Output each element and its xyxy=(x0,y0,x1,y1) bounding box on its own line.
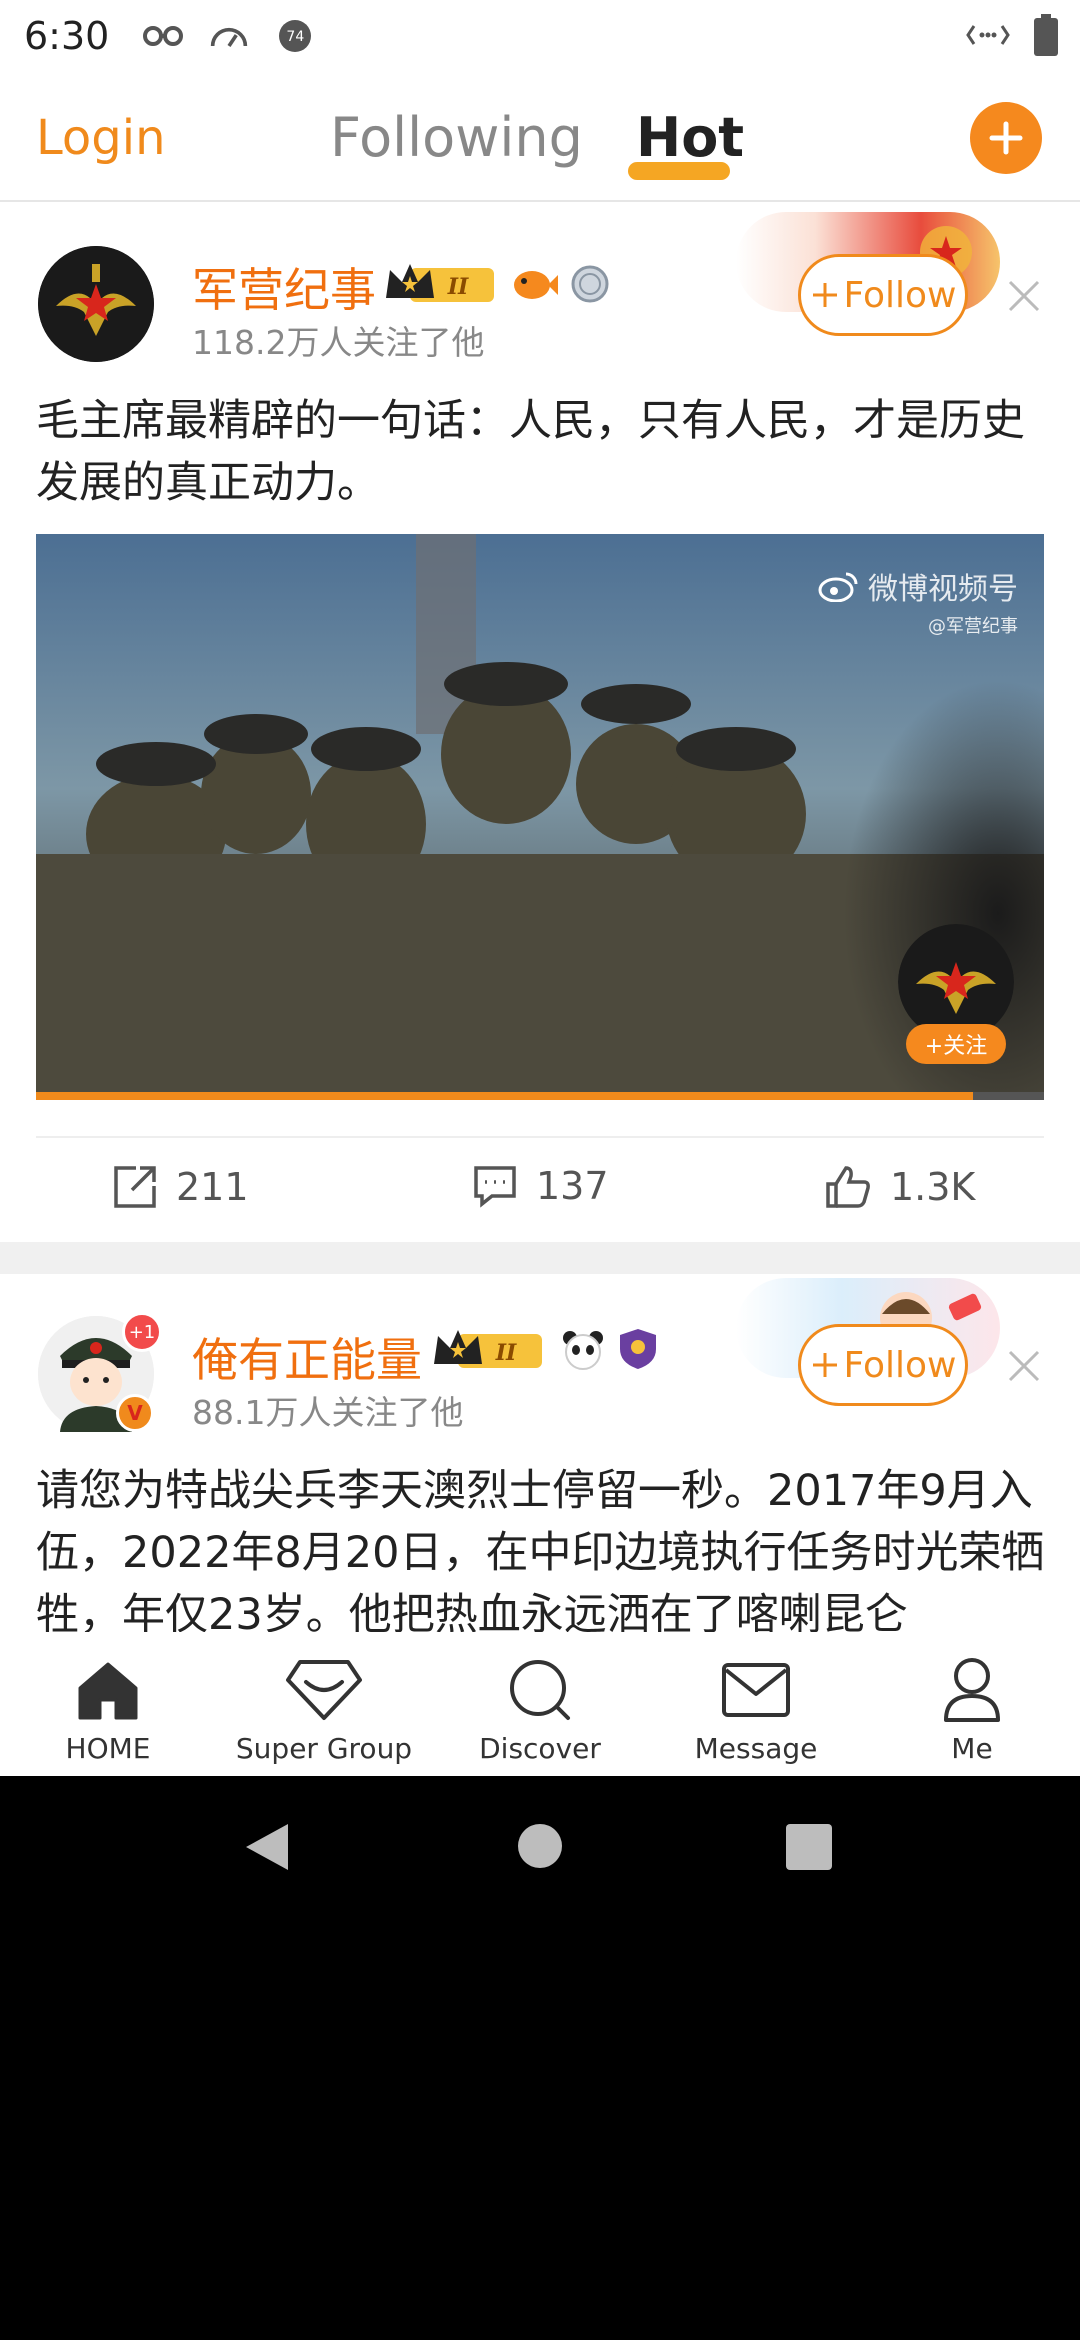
follow-label: Follow xyxy=(843,274,957,316)
video-progress-fill xyxy=(36,1092,974,1100)
login-link[interactable]: Login xyxy=(36,110,166,166)
post-text[interactable]: 请您为特战尖兵李天澳烈士停留一秒。2017年9月入伍，2022年8月20日，在中… xyxy=(36,1460,1046,1634)
video-player[interactable]: 微博视频号 @军营纪事 +关注 xyxy=(36,534,1044,1100)
nav-discover[interactable]: Discover xyxy=(440,1652,640,1765)
medal-badge-icon xyxy=(571,265,609,303)
search-icon xyxy=(510,1660,570,1720)
video-follow-button[interactable]: +关注 xyxy=(906,1024,1006,1064)
weibo-logo-icon xyxy=(818,572,858,602)
username[interactable]: 军营纪事 xyxy=(192,254,376,320)
plus-icon xyxy=(989,121,1023,155)
avatar-badge: +1 xyxy=(122,1312,162,1352)
army-emblem-icon xyxy=(898,924,1014,1040)
nav-super-group-label: Super Group xyxy=(235,1732,413,1765)
repost-button[interactable]: 211 xyxy=(112,1164,249,1210)
video-progress-bar[interactable] xyxy=(36,1092,1044,1100)
close-icon[interactable] xyxy=(1004,276,1044,316)
shield-badge-icon xyxy=(620,1329,656,1369)
compose-button[interactable] xyxy=(970,102,1042,174)
status-bar: 6:30 74 xyxy=(0,0,1080,72)
person-icon xyxy=(944,1658,1000,1722)
crown-level-badge-icon: II xyxy=(386,264,494,302)
verified-badge: V xyxy=(116,1394,154,1432)
level-badge-text: II xyxy=(495,1340,517,1366)
like-count: 1.3K xyxy=(890,1165,976,1209)
card-separator xyxy=(0,1242,1080,1274)
app-screen: 6:30 74 Login Following Hot 军营纪事 II 118.… xyxy=(0,0,1080,1776)
status-right xyxy=(966,14,1058,60)
home-icon xyxy=(78,1662,138,1720)
notification-badge-count: 74 xyxy=(286,29,305,45)
tab-hot-label: Hot xyxy=(636,106,745,169)
comment-icon xyxy=(474,1166,516,1208)
repost-count: 211 xyxy=(176,1165,249,1209)
follow-button[interactable]: Follow xyxy=(798,254,968,336)
avatar[interactable]: +1 V xyxy=(38,1312,162,1432)
system-nav-bar xyxy=(0,1776,1080,1916)
feed-card[interactable]: +1 V 俺有正能量 II 88.1万人关注了他 Follow 请您为特战尖兵李… xyxy=(0,1274,1080,1634)
follower-count: 118.2万人关注了他 xyxy=(192,323,485,362)
recents-icon[interactable] xyxy=(786,1824,832,1870)
watermark-sub: @军营纪事 xyxy=(928,616,1018,637)
watermark-title: 微博视频号 xyxy=(868,572,1018,607)
nav-home[interactable]: HOME xyxy=(8,1652,208,1765)
nav-me-label: Me xyxy=(951,1732,993,1765)
speedometer-icon xyxy=(209,16,249,56)
status-time: 6:30 xyxy=(24,14,110,58)
divider xyxy=(36,1136,1044,1138)
post-text[interactable]: 毛主席最精辟的一句话：人民，只有人民，才是历史发展的真正动力。 xyxy=(36,390,1046,514)
nav-message-label: Message xyxy=(694,1732,818,1765)
level-badge-text: II xyxy=(447,274,469,300)
avatar[interactable] xyxy=(38,246,154,362)
top-nav: Login Following Hot xyxy=(0,72,1080,202)
glasses-icon xyxy=(143,16,184,56)
mail-icon xyxy=(722,1663,790,1717)
plus-icon xyxy=(812,1353,837,1377)
follow-button[interactable]: Follow xyxy=(798,1324,968,1406)
thumbs-up-icon xyxy=(826,1166,870,1208)
repost-icon xyxy=(114,1166,156,1208)
notification-badge-icon: 74 xyxy=(275,16,315,56)
video-author-avatar[interactable] xyxy=(898,924,1014,1040)
comment-count: 137 xyxy=(536,1164,609,1208)
tab-following[interactable]: Following xyxy=(330,106,583,169)
user-badges: II xyxy=(432,1326,658,1372)
close-icon[interactable] xyxy=(1004,1346,1044,1386)
crown-level-badge-icon: II xyxy=(434,1330,542,1368)
follow-label: Follow xyxy=(843,1344,957,1386)
post-actions: 211 137 1.3K xyxy=(0,1164,1080,1230)
panda-badge-icon xyxy=(563,1331,603,1370)
plus-icon xyxy=(812,283,837,307)
follower-count: 88.1万人关注了他 xyxy=(192,1393,464,1432)
nav-me[interactable]: Me xyxy=(872,1652,1072,1765)
data-arrows-icon xyxy=(966,22,1010,52)
comment-button[interactable]: 137 xyxy=(472,1164,609,1208)
nav-message[interactable]: Message xyxy=(656,1652,856,1765)
home-circle-icon[interactable] xyxy=(518,1824,562,1868)
army-emblem-icon xyxy=(38,246,154,362)
feed-card[interactable]: 军营纪事 II 118.2万人关注了他 Follow 毛主席最精辟的一句话：人民… xyxy=(0,204,1080,1242)
user-badges: II xyxy=(384,260,610,306)
bottom-nav: HOME Super Group Discover Message Me xyxy=(0,1632,1080,1776)
nav-discover-label: Discover xyxy=(479,1732,601,1765)
video-watermark: 微博视频号 @军营纪事 xyxy=(818,564,1018,638)
battery-icon xyxy=(1034,14,1058,60)
username[interactable]: 俺有正能量 xyxy=(192,1324,422,1390)
diamond-icon xyxy=(286,1660,362,1720)
fish-badge-icon xyxy=(514,271,558,299)
like-button[interactable]: 1.3K xyxy=(824,1164,975,1210)
nav-home-label: HOME xyxy=(65,1732,151,1765)
back-icon[interactable] xyxy=(244,1822,290,1872)
tab-hot[interactable]: Hot xyxy=(636,106,744,169)
nav-super-group[interactable]: Super Group xyxy=(224,1652,424,1765)
